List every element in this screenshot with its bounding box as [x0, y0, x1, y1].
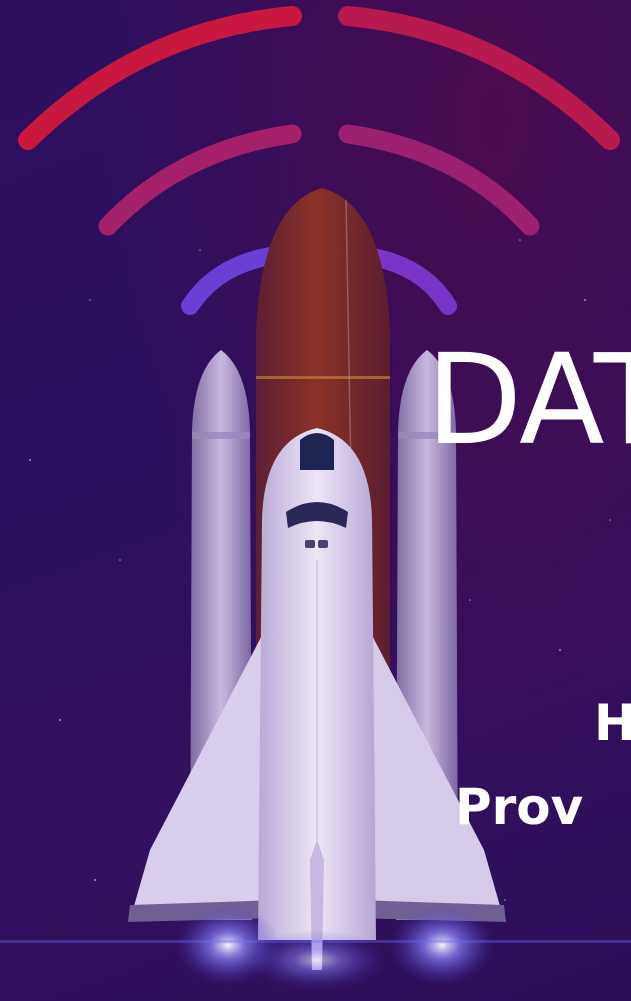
space-shuttle-illustration — [0, 188, 631, 990]
subtitle-line-2: Prov — [455, 778, 584, 836]
hero-banner: DAT H Prov — [0, 0, 631, 1001]
subtitle-line-1: H — [594, 694, 631, 752]
headline: DAT — [426, 328, 631, 473]
